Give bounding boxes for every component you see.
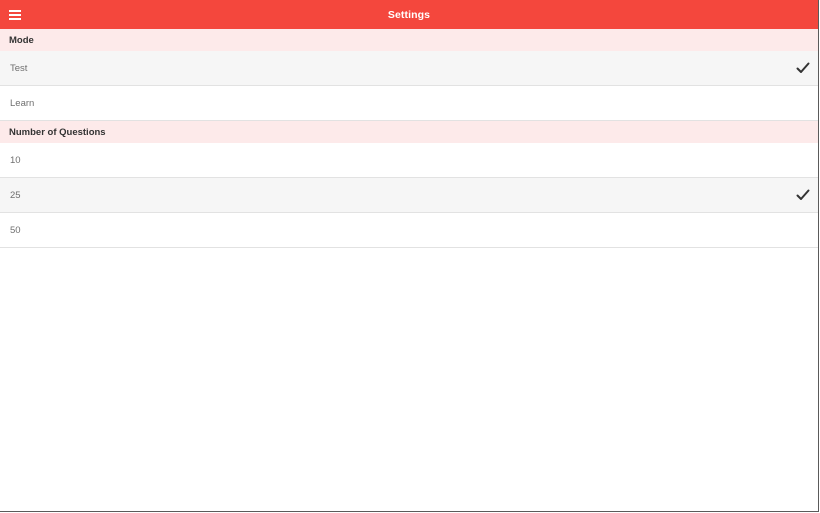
mode-option-test[interactable]: Test bbox=[0, 51, 818, 86]
question-count-option-10[interactable]: 10 bbox=[0, 143, 818, 178]
question-count-option-25[interactable]: 25 bbox=[0, 178, 818, 213]
menu-line bbox=[9, 14, 21, 16]
hamburger-menu-icon[interactable] bbox=[9, 9, 21, 20]
option-label: Test bbox=[10, 62, 28, 74]
section-header-mode: Mode bbox=[0, 29, 818, 51]
option-label: 25 bbox=[10, 189, 21, 201]
menu-line bbox=[9, 18, 21, 20]
question-count-option-50[interactable]: 50 bbox=[0, 213, 818, 248]
toolbar: Settings bbox=[0, 0, 818, 29]
option-label: Learn bbox=[10, 97, 35, 109]
option-label: 50 bbox=[10, 224, 21, 236]
menu-line bbox=[9, 10, 21, 12]
mode-option-learn[interactable]: Learn bbox=[0, 86, 818, 121]
app-frame: Settings Mode Test Learn Number of Quest… bbox=[0, 0, 819, 512]
option-label: 10 bbox=[10, 154, 21, 166]
section-header-number-of-questions: Number of Questions bbox=[0, 121, 818, 143]
page-title: Settings bbox=[387, 8, 431, 21]
settings-list: Mode Test Learn Number of Questions 10 2… bbox=[0, 29, 818, 248]
checkmark-icon bbox=[796, 62, 810, 73]
checkmark-icon bbox=[796, 189, 810, 200]
